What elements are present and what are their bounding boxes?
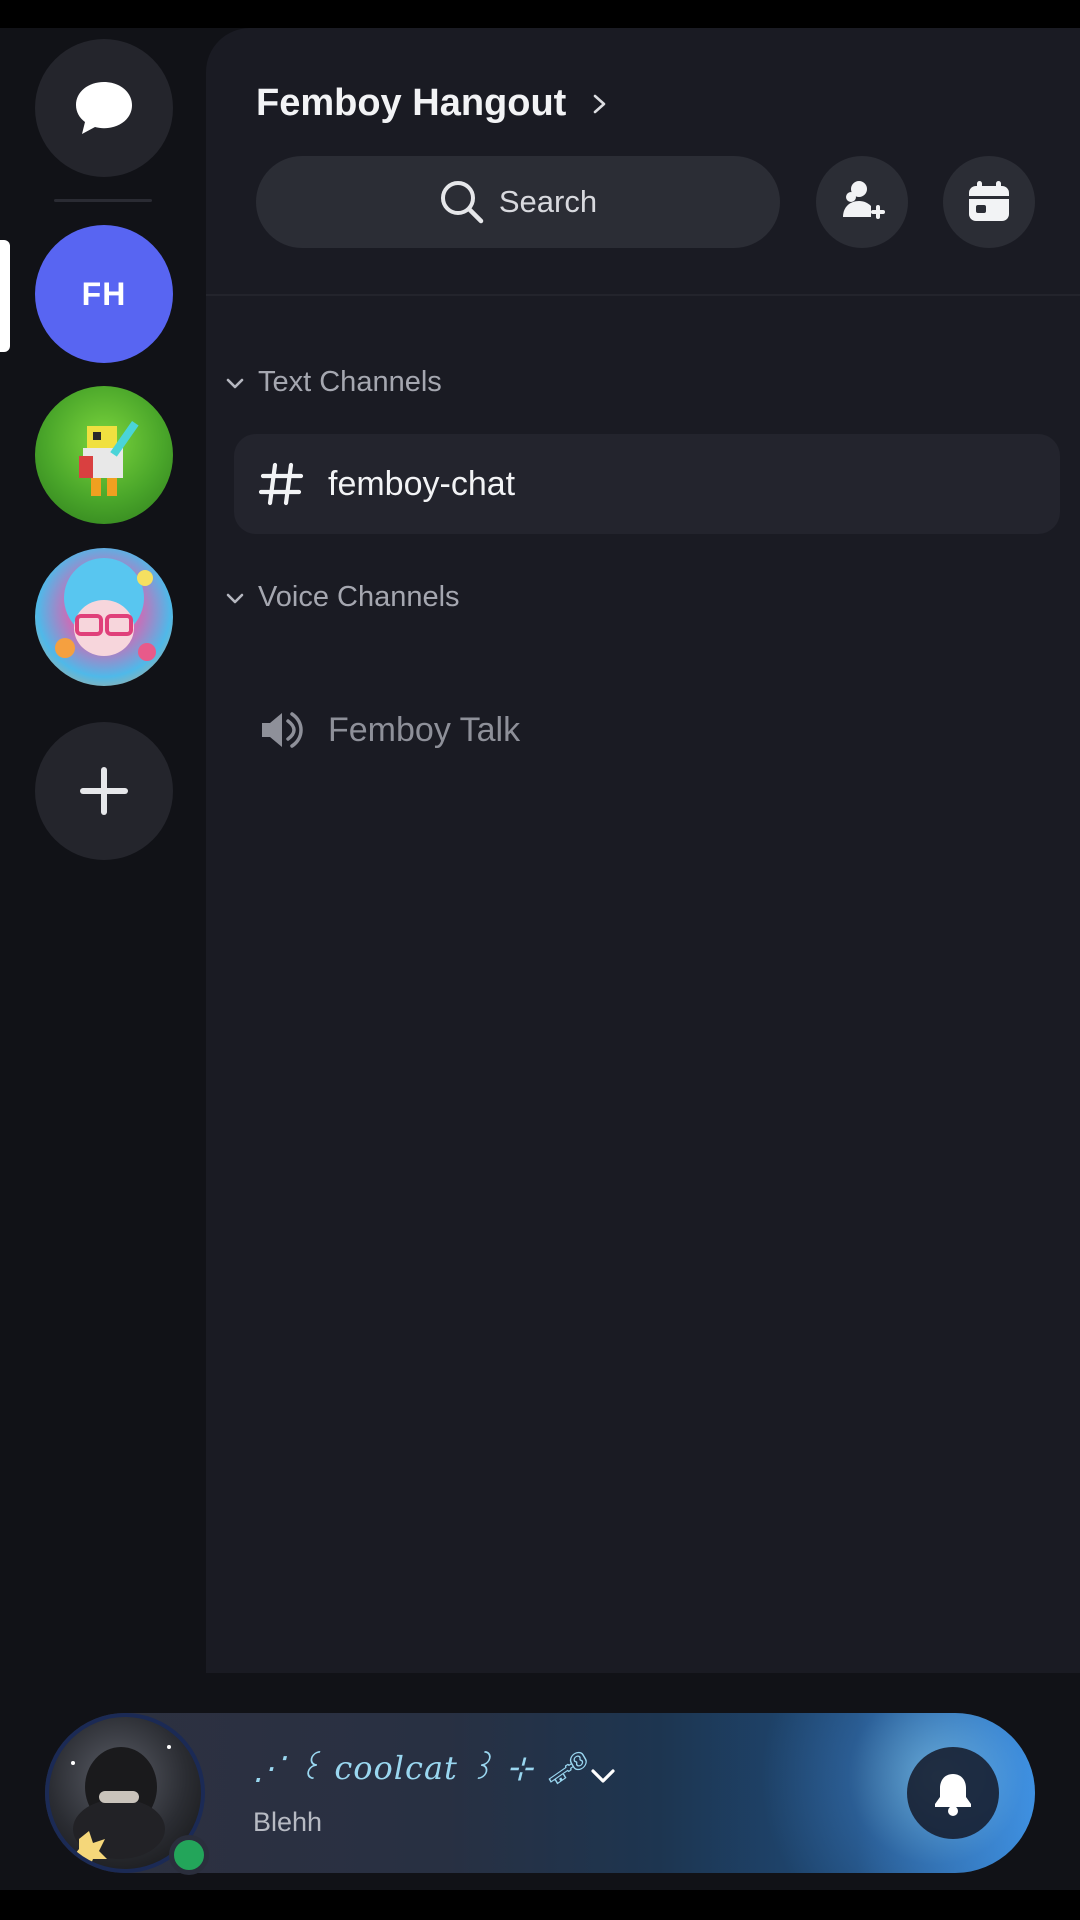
search-icon [440,181,484,224]
calendar-icon [969,181,1009,221]
add-server-button[interactable] [35,722,173,860]
search-button[interactable]: Search [256,156,780,248]
channel-name: Femboy Talk [328,710,521,749]
category-label: Voice Channels [258,581,460,613]
server-header[interactable]: Femboy Hangout [256,82,610,125]
channel-panel: Femboy Hangout Search Text Channels femb… [206,28,1080,1673]
server-initials: FH [81,275,127,312]
add-user-icon [843,181,885,219]
plus-icon [80,767,128,815]
server-avatar-image [55,558,156,661]
invite-members-button[interactable] [816,156,908,248]
chevron-right-icon [594,94,606,113]
user-bar[interactable]: ⋰ ꒰ coolcat ꒱ ⊹ 🗝 Blehh [45,1713,1035,1875]
direct-messages-button[interactable] [35,39,173,177]
server-icon-femboy-hangout[interactable]: FH [35,225,173,363]
events-button[interactable] [943,156,1035,248]
rail-divider [54,199,152,202]
category-text-channels[interactable]: Text Channels [224,366,442,399]
channel-femboy-talk[interactable]: Femboy Talk [234,680,1060,780]
online-status-indicator [169,1835,209,1875]
hashtag-icon [258,462,304,506]
search-label: Search [498,184,598,219]
bell-icon [935,1774,971,1816]
user-display-name: ⋰ ꒰ coolcat ꒱ ⊹ 🗝 [253,1749,587,1787]
selected-server-indicator [0,240,10,352]
chevron-down-icon [226,378,244,388]
channel-femboy-chat[interactable]: femboy-chat [234,434,1060,534]
category-voice-channels[interactable]: Voice Channels [224,581,460,614]
server-avatar-image [79,420,139,496]
speaker-icon [262,712,303,748]
chevron-down-icon[interactable] [588,1761,618,1791]
notifications-button[interactable] [907,1747,999,1839]
app-frame: FH Femboy Hangout Search Text Channels f… [0,28,1080,1890]
channel-name: femboy-chat [328,464,516,503]
server-icon-anime[interactable] [35,548,173,686]
chevron-down-icon [226,593,244,603]
category-label: Text Channels [258,366,442,398]
chat-bubble-icon [76,82,132,134]
server-rail: FH [0,28,206,1890]
server-icon-minecraft[interactable] [35,386,173,524]
user-custom-status: Blehh [253,1807,323,1837]
server-name: Femboy Hangout [256,82,567,124]
header-divider [206,294,1080,296]
